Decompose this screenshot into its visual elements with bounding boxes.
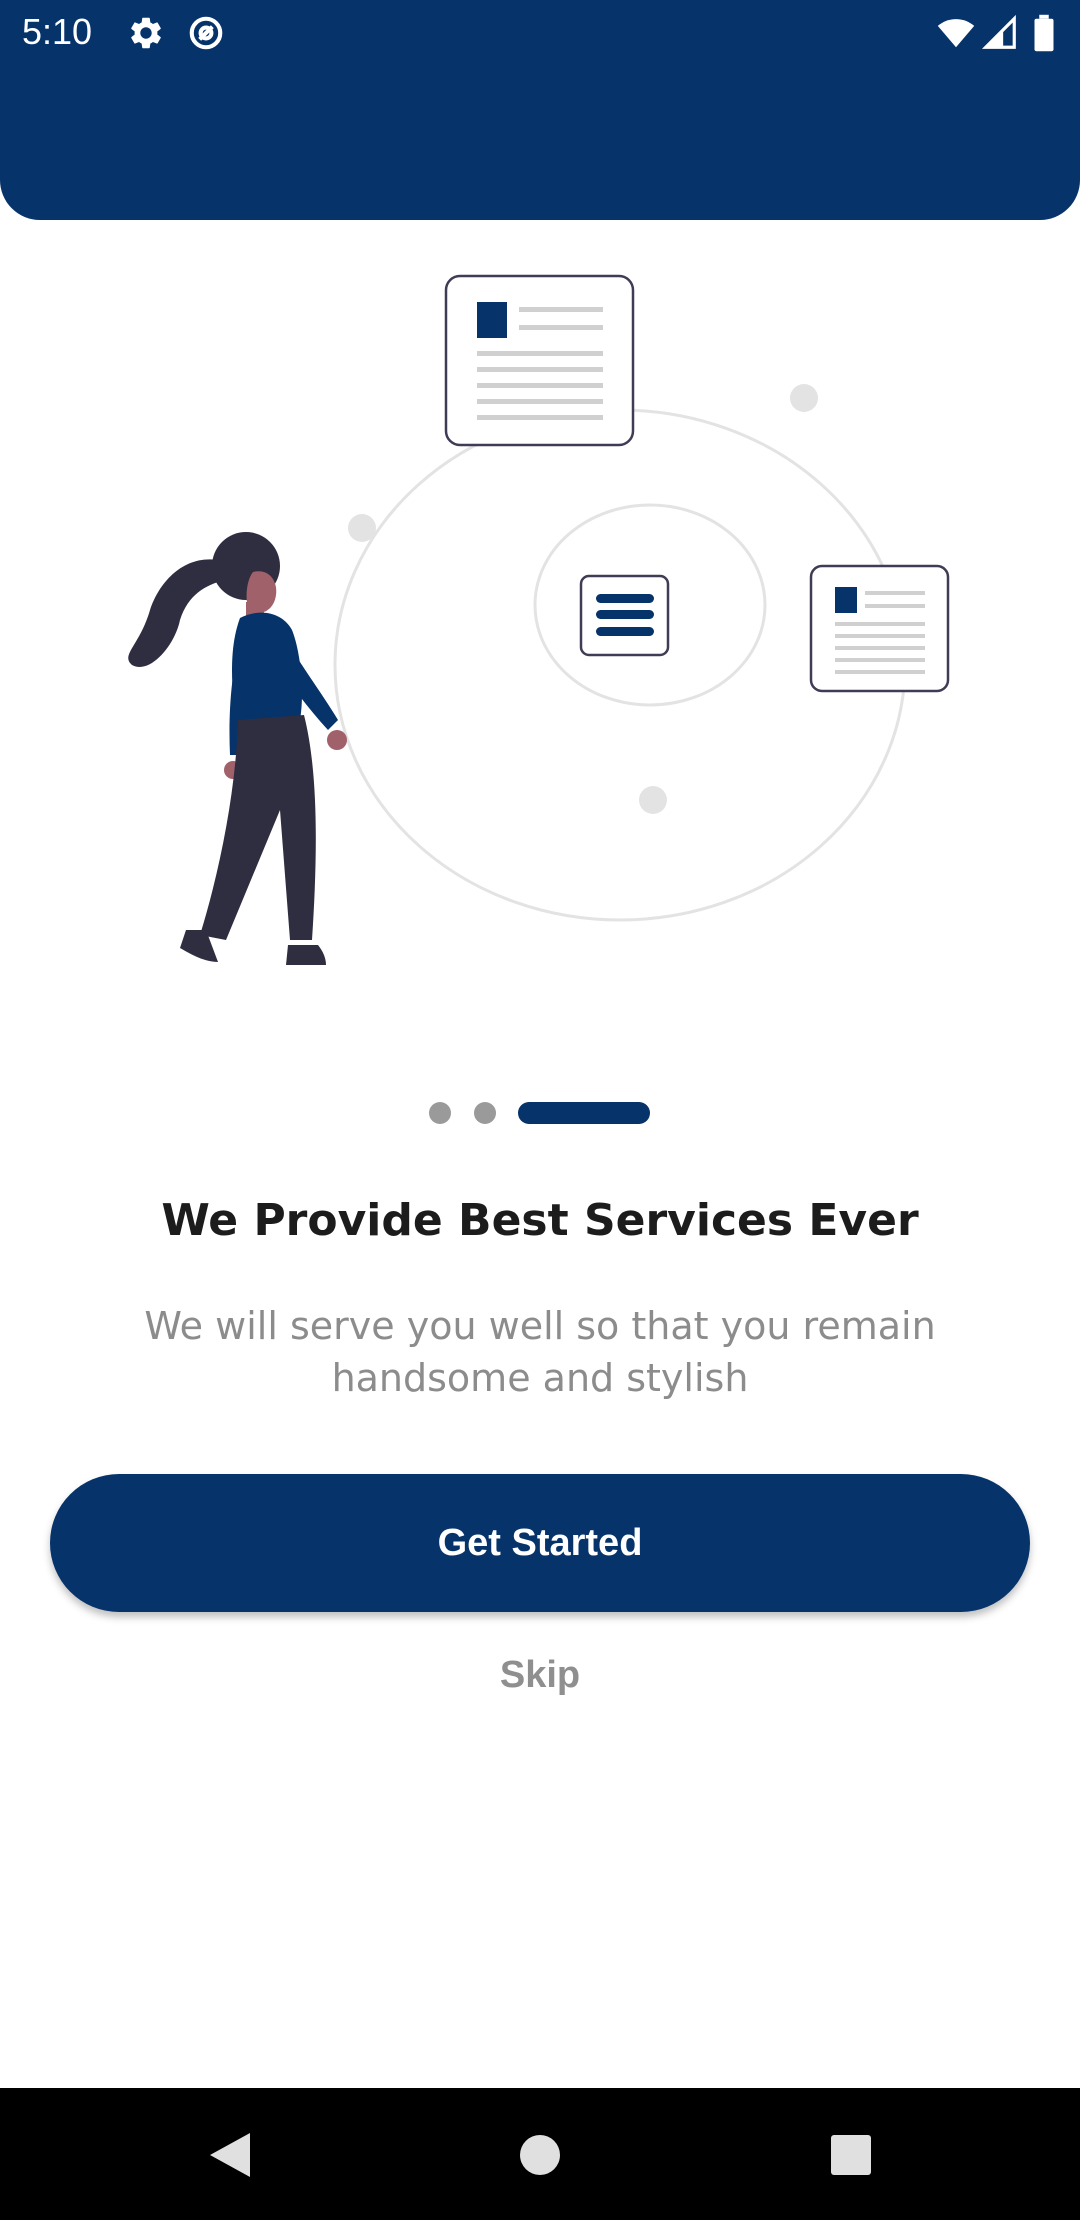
onboarding-screen: 5:10 We Provide Best Services Ever We wi…	[0, 0, 1080, 2220]
menu-card-icon	[579, 574, 670, 657]
onboarding-illustration	[0, 250, 1080, 990]
onboarding-title: We Provide Best Services Ever	[161, 1195, 919, 1246]
page-dot-3-active[interactable]	[518, 1102, 650, 1124]
back-triangle-icon	[210, 2133, 250, 2177]
recents-square-icon	[831, 2135, 871, 2175]
status-bar: 5:10	[0, 0, 1080, 64]
recents-button[interactable]	[806, 2110, 896, 2200]
settings-gear-icon	[126, 14, 166, 52]
wifi-icon	[934, 14, 978, 52]
skip-button[interactable]: Skip	[0, 1654, 1080, 1697]
page-indicator	[0, 1102, 1080, 1126]
document-card-top-icon	[444, 274, 635, 447]
status-time: 5:10	[22, 11, 93, 52]
get-started-button[interactable]: Get Started	[50, 1474, 1030, 1612]
page-dot-2[interactable]	[474, 1102, 496, 1124]
home-button[interactable]	[495, 2110, 585, 2200]
header-banner: 5:10	[0, 0, 1080, 220]
woman-walking-illustration	[128, 532, 347, 965]
battery-icon	[1030, 14, 1058, 52]
system-nav-bar	[0, 2088, 1080, 2220]
at-sign-icon	[186, 14, 226, 52]
document-card-right-icon	[809, 564, 950, 693]
back-button[interactable]	[184, 2110, 274, 2200]
onboarding-subtitle: We will serve you well so that you remai…	[144, 1304, 936, 1400]
home-circle-icon	[520, 2135, 560, 2175]
cell-signal-icon	[980, 14, 1020, 52]
page-dot-1[interactable]	[429, 1102, 451, 1124]
